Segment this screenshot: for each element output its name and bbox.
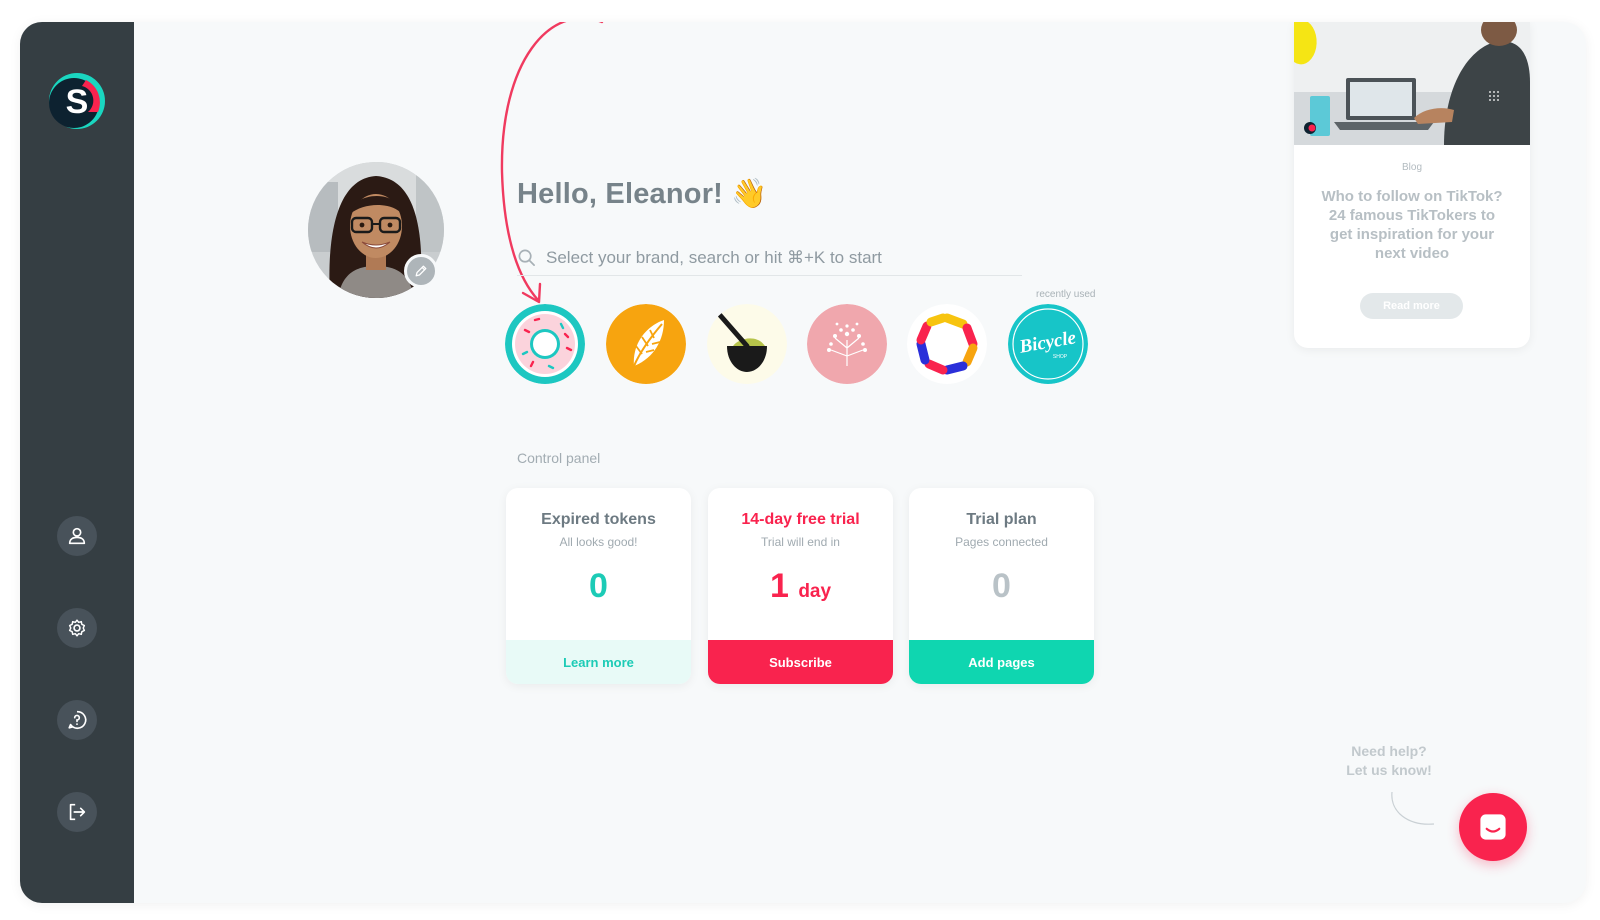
subscribe-button[interactable]: Subscribe	[708, 640, 893, 684]
learn-more-button[interactable]: Learn more	[506, 640, 691, 684]
card-subtitle: Trial will end in	[761, 535, 840, 549]
add-pages-button[interactable]: Add pages	[909, 640, 1094, 684]
brand-search[interactable]	[517, 240, 1022, 276]
bowl-icon	[707, 304, 787, 384]
flower-brand[interactable]	[807, 304, 887, 384]
chat-icon	[1480, 814, 1506, 840]
donut-icon	[505, 304, 585, 384]
help-prompt: Need help? Let us know!	[1324, 742, 1454, 780]
blog-tag: Blog	[1401, 162, 1422, 173]
card-value-number: 0	[992, 567, 1011, 605]
help-curve	[1391, 792, 1435, 825]
edit-avatar-button[interactable]	[404, 254, 438, 288]
blog-image	[1294, 22, 1530, 145]
card-title: Trial plan	[966, 511, 1037, 528]
bicycle-brand[interactable]: Bicycle SHOP	[1008, 304, 1088, 384]
card-value-number: 0	[589, 567, 608, 605]
donut-brand[interactable]	[505, 304, 585, 384]
read-more-button[interactable]: Read more	[1360, 293, 1463, 319]
card-value: 0	[909, 567, 1094, 609]
leaf-icon	[606, 304, 686, 384]
card-subtitle: All looks good!	[559, 535, 638, 549]
help-icon	[68, 710, 87, 729]
user-icon	[68, 527, 86, 545]
card-value: 0	[506, 567, 691, 609]
trial-plan-card: Trial plan Pages connected 0 Add pages	[909, 488, 1094, 684]
pencil-icon	[415, 265, 427, 277]
app-logo[interactable]: S	[48, 72, 106, 130]
card-value-number: 1	[769, 567, 789, 605]
blog-title[interactable]: Who to follow on TikTok? 24 famous TikTo…	[1318, 187, 1506, 263]
pointer-arrow	[500, 22, 604, 304]
app-window: S Hello, Eleanor! 👋 Select your brand, s…	[20, 22, 1586, 903]
settings-nav-button[interactable]	[57, 608, 97, 648]
sidebar: S	[20, 22, 134, 903]
ring-icon	[907, 304, 987, 384]
card-title: Expired tokens	[541, 511, 656, 528]
card-title: 14-day free trial	[741, 511, 860, 528]
card-value: 1 day	[708, 567, 893, 609]
logout-icon	[69, 803, 86, 821]
expired-tokens-card: Expired tokens All looks good! 0 Learn m…	[506, 488, 691, 684]
bowl-brand[interactable]	[707, 304, 787, 384]
leaf-brand[interactable]	[606, 304, 686, 384]
logout-nav-button[interactable]	[57, 792, 97, 832]
recently-used-label: recently used	[1036, 289, 1096, 300]
ring-brand[interactable]	[907, 304, 987, 384]
control-panel-title: Control panel	[517, 450, 601, 466]
greeting-heading: Hello, Eleanor! 👋	[517, 178, 768, 210]
help-nav-button[interactable]	[57, 700, 97, 740]
help-line-1: Need help?	[1351, 743, 1427, 759]
card-subtitle: Pages connected	[955, 535, 1048, 549]
blog-card[interactable]: Blog Who to follow on TikTok? 24 famous …	[1294, 22, 1530, 348]
free-trial-card: 14-day free trial Trial will end in 1 da…	[708, 488, 893, 684]
flower-icon	[807, 304, 887, 384]
svg-text:SHOP: SHOP	[1053, 354, 1068, 360]
chat-button[interactable]	[1459, 793, 1527, 861]
bicycle-logo-icon: Bicycle SHOP	[1008, 304, 1088, 384]
gear-icon	[68, 619, 86, 637]
profile-nav-button[interactable]	[57, 516, 97, 556]
svg-text:S: S	[66, 83, 89, 121]
help-line-2: Let us know!	[1346, 762, 1432, 778]
card-value-unit: day	[798, 581, 832, 602]
search-input[interactable]	[546, 247, 1006, 268]
search-icon	[518, 249, 535, 266]
